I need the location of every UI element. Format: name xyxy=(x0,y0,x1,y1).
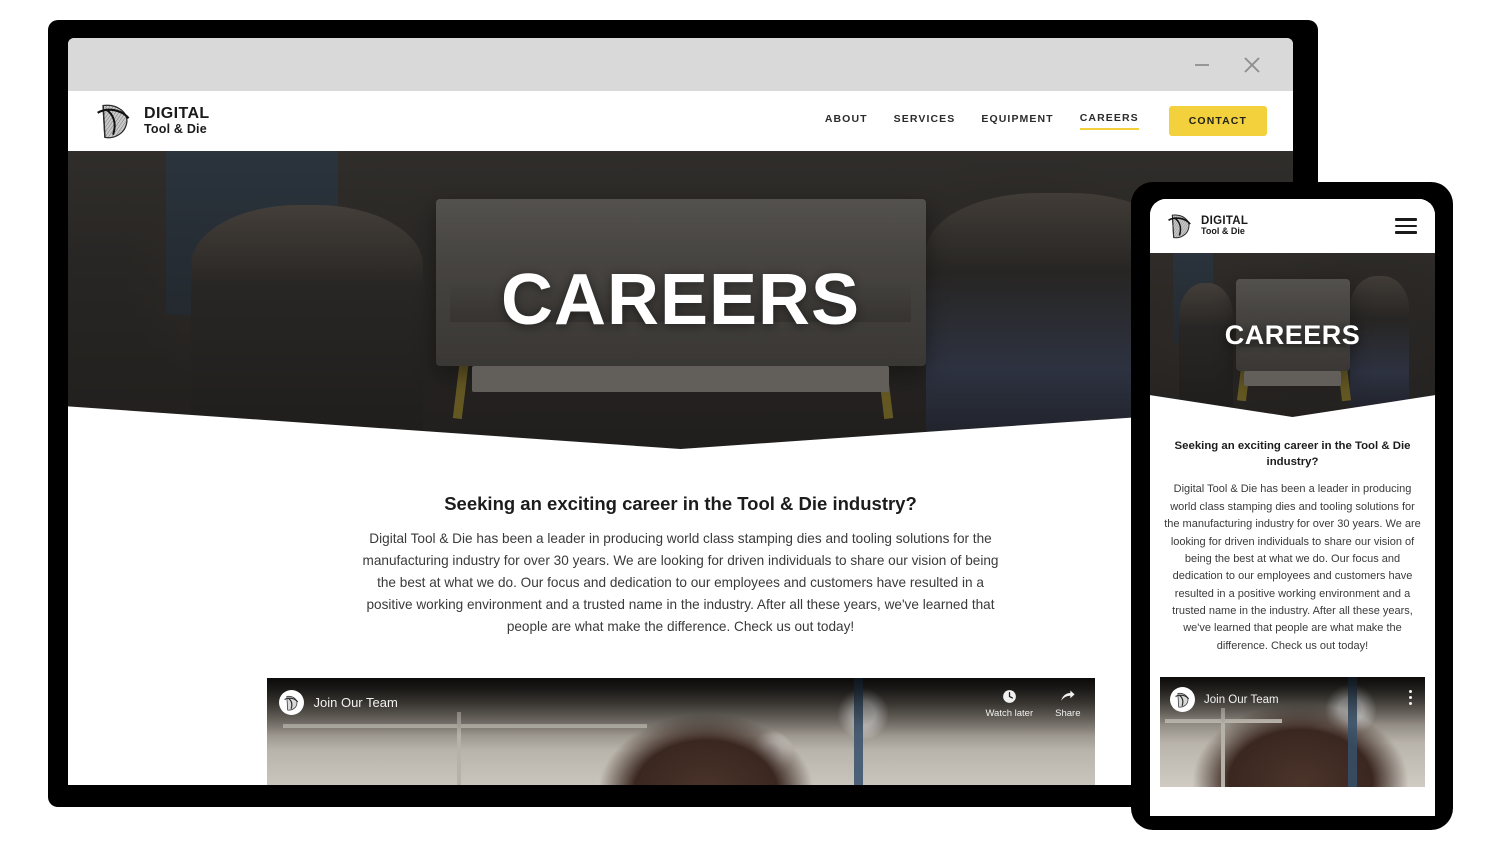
mobile-device-frame: DIGITAL Tool & Die CAREERS Seeking an ex… xyxy=(1131,182,1453,830)
avatar-logo-icon xyxy=(1175,692,1190,708)
section-body-text: Digital Tool & Die has been a leader in … xyxy=(362,531,999,635)
mobile-section-heading: Seeking an exciting career in the Tool &… xyxy=(1174,440,1411,468)
channel-avatar-icon xyxy=(1170,687,1195,713)
clock-icon xyxy=(1002,690,1016,703)
brand-text: DIGITAL Tool & Die xyxy=(144,105,210,136)
share-arrow-icon xyxy=(1061,690,1075,701)
hamburger-menu-icon[interactable] xyxy=(1395,218,1417,234)
channel-avatar-icon xyxy=(278,690,304,716)
desktop-screen: DIGITAL Tool & Die ABOUT SERVICES EQUIPM… xyxy=(68,38,1293,785)
hero-banner: CAREERS xyxy=(68,151,1293,449)
digital-tool-and-die-logo-icon xyxy=(97,104,130,139)
browser-title-bar xyxy=(68,38,1293,91)
youtube-video-embed[interactable]: Join Our Team Watch later Share xyxy=(266,678,1095,785)
video-channel[interactable]: Join Our Team xyxy=(278,690,398,716)
brand-line-2: Tool & Die xyxy=(144,121,207,136)
mobile-section-body-text: Digital Tool & Die has been a leader in … xyxy=(1164,483,1421,652)
close-button[interactable] xyxy=(1235,48,1269,82)
page-content: Seeking an exciting career in the Tool &… xyxy=(68,449,1293,785)
nav-item-about[interactable]: ABOUT xyxy=(825,113,868,129)
share-button[interactable]: Share xyxy=(1055,688,1081,720)
brand-line-1: DIGITAL xyxy=(144,105,210,123)
watch-later-label: Watch later xyxy=(985,708,1034,720)
mobile-hero-banner: CAREERS xyxy=(1150,253,1435,417)
mobile-video-channel[interactable]: Join Our Team xyxy=(1170,687,1279,713)
desktop-device-frame: DIGITAL Tool & Die ABOUT SERVICES EQUIPM… xyxy=(48,20,1318,807)
watch-later-button[interactable]: Watch later xyxy=(985,688,1033,719)
mobile-site-header: DIGITAL Tool & Die xyxy=(1150,199,1435,253)
mobile-hero-title: CAREERS xyxy=(1224,319,1361,350)
main-navigation: ABOUT SERVICES EQUIPMENT CAREERS CONTACT xyxy=(825,106,1267,136)
share-label: Share xyxy=(1055,708,1081,720)
video-title[interactable]: Join Our Team xyxy=(314,695,398,710)
nav-item-services[interactable]: SERVICES xyxy=(894,113,956,129)
mobile-screen: DIGITAL Tool & Die CAREERS Seeking an ex… xyxy=(1150,199,1435,816)
careers-copy-block: Seeking an exciting career in the Tool &… xyxy=(361,493,1001,638)
mobile-brand-text: DIGITAL Tool & Die xyxy=(1201,215,1248,237)
minimize-button[interactable] xyxy=(1185,48,1219,82)
digital-tool-and-die-logo-icon xyxy=(1168,214,1191,239)
mobile-video-title[interactable]: Join Our Team xyxy=(1204,694,1279,706)
kebab-menu-icon[interactable] xyxy=(1409,690,1412,706)
mobile-page-content: Seeking an exciting career in the Tool &… xyxy=(1150,417,1435,655)
close-icon xyxy=(1244,56,1260,73)
contact-button[interactable]: CONTACT xyxy=(1168,106,1267,136)
nav-item-equipment[interactable]: EQUIPMENT xyxy=(981,113,1053,129)
mobile-brand-line-2: Tool & Die xyxy=(1201,226,1245,237)
mobile-youtube-video-embed[interactable]: Join Our Team xyxy=(1160,677,1425,788)
mobile-brand-logo[interactable]: DIGITAL Tool & Die xyxy=(1166,211,1248,241)
brand-logo[interactable]: DIGITAL Tool & Die xyxy=(94,100,210,142)
section-heading: Seeking an exciting career in the Tool &… xyxy=(444,493,917,514)
hero-title: CAREERS xyxy=(500,260,861,340)
video-actions: Watch later Share xyxy=(985,688,1081,720)
minimize-icon xyxy=(1195,63,1209,66)
site-header: DIGITAL Tool & Die ABOUT SERVICES EQUIPM… xyxy=(68,91,1293,151)
screenshot-stage: DIGITAL Tool & Die ABOUT SERVICES EQUIPM… xyxy=(0,0,1500,844)
nav-item-careers[interactable]: CAREERS xyxy=(1079,112,1139,130)
avatar-logo-icon xyxy=(283,695,298,711)
